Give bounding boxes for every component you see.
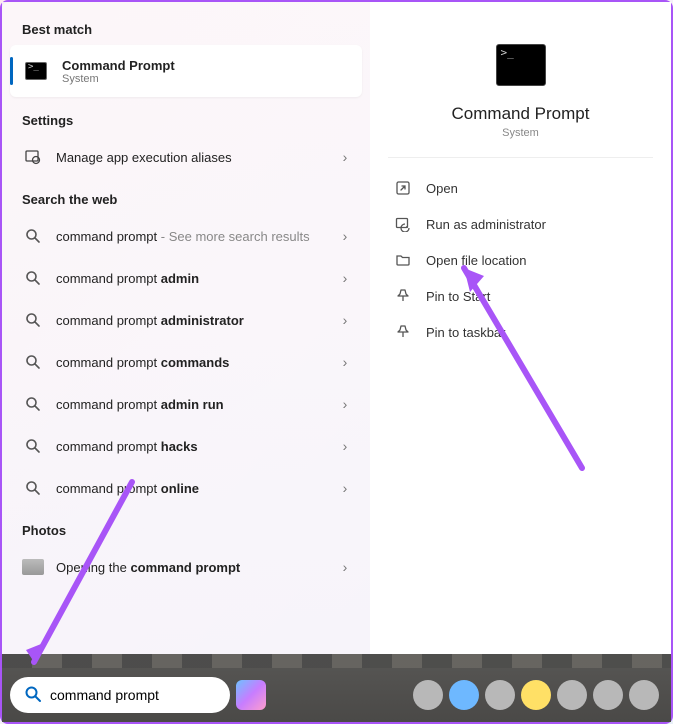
search-icon [22, 474, 44, 502]
settings-item-label: Manage app execution aliases [56, 150, 338, 165]
best-match-title: Command Prompt [62, 58, 175, 73]
taskbar-search[interactable] [10, 677, 230, 713]
chevron-right-icon: › [338, 438, 352, 454]
preview-subtitle: System [502, 127, 539, 139]
search-icon [22, 432, 44, 460]
photo-thumbnail-icon [22, 553, 44, 581]
photos-result-0[interactable]: Opening the command prompt › [10, 546, 362, 588]
search-results-pane: Best match Command Prompt System Setting… [2, 2, 370, 668]
search-icon [22, 306, 44, 334]
best-match-header: Best match [10, 16, 362, 45]
web-result-2[interactable]: command prompt administrator › [10, 299, 362, 341]
taskbar-app-icon[interactable] [629, 680, 659, 710]
web-result-label: command prompt administrator [56, 313, 338, 328]
photos-result-label: Opening the command prompt [56, 560, 338, 575]
taskbar-copilot-icon[interactable] [236, 680, 266, 710]
search-icon [22, 264, 44, 292]
preview-title: Command Prompt [452, 104, 590, 124]
taskbar-app-icon[interactable] [449, 680, 479, 710]
action-open-location[interactable]: Open file location [388, 242, 653, 278]
chevron-right-icon: › [338, 312, 352, 328]
web-result-5[interactable]: command prompt hacks › [10, 425, 362, 467]
web-result-label: command prompt - See more search results [56, 229, 338, 244]
taskbar-app-icon[interactable] [593, 680, 623, 710]
action-label: Run as administrator [426, 217, 546, 232]
photos-header: Photos [10, 517, 362, 546]
chevron-right-icon: › [338, 149, 352, 165]
search-icon [22, 222, 44, 250]
pin-icon [394, 287, 412, 305]
taskbar-search-input[interactable] [50, 687, 231, 703]
web-result-4[interactable]: command prompt admin run › [10, 383, 362, 425]
chevron-right-icon: › [338, 480, 352, 496]
pin-icon [394, 323, 412, 341]
action-pin-taskbar[interactable]: Pin to taskbar [388, 314, 653, 350]
command-prompt-large-icon [496, 44, 546, 86]
taskbar [2, 668, 671, 722]
web-result-label: command prompt commands [56, 355, 338, 370]
settings-header: Settings [10, 107, 362, 136]
command-prompt-app-icon [22, 57, 50, 85]
search-icon [22, 390, 44, 418]
action-label: Pin to taskbar [426, 325, 506, 340]
action-label: Pin to Start [426, 289, 490, 304]
taskbar-app-icon[interactable] [413, 680, 443, 710]
search-icon [24, 685, 42, 706]
web-result-label: command prompt admin [56, 271, 338, 286]
taskbar-app-icon[interactable] [557, 680, 587, 710]
folder-icon [394, 251, 412, 269]
web-result-1[interactable]: command prompt admin › [10, 257, 362, 299]
web-result-6[interactable]: command prompt online › [10, 467, 362, 509]
best-match-subtitle: System [62, 73, 352, 85]
open-icon [394, 179, 412, 197]
search-web-header: Search the web [10, 186, 362, 215]
settings-item-aliases[interactable]: Manage app execution aliases › [10, 136, 362, 178]
action-pin-start[interactable]: Pin to Start [388, 278, 653, 314]
chevron-right-icon: › [338, 354, 352, 370]
web-result-0[interactable]: command prompt - See more search results… [10, 215, 362, 257]
chevron-right-icon: › [338, 396, 352, 412]
settings-icon [22, 143, 44, 171]
action-label: Open file location [426, 253, 526, 268]
action-open[interactable]: Open [388, 170, 653, 206]
admin-icon [394, 215, 412, 233]
chevron-right-icon: › [338, 559, 352, 575]
web-result-label: command prompt hacks [56, 439, 338, 454]
web-result-label: command prompt admin run [56, 397, 338, 412]
chevron-right-icon: › [338, 228, 352, 244]
web-result-label: command prompt online [56, 481, 338, 496]
taskbar-app-icon[interactable] [521, 680, 551, 710]
preview-pane: Command Prompt System Open Run as admini… [370, 2, 671, 668]
web-result-3[interactable]: command prompt commands › [10, 341, 362, 383]
action-label: Open [426, 181, 458, 196]
chevron-right-icon: › [338, 270, 352, 286]
taskbar-app-icon[interactable] [485, 680, 515, 710]
best-match-result[interactable]: Command Prompt System [10, 45, 362, 97]
search-icon [22, 348, 44, 376]
action-run-admin[interactable]: Run as administrator [388, 206, 653, 242]
